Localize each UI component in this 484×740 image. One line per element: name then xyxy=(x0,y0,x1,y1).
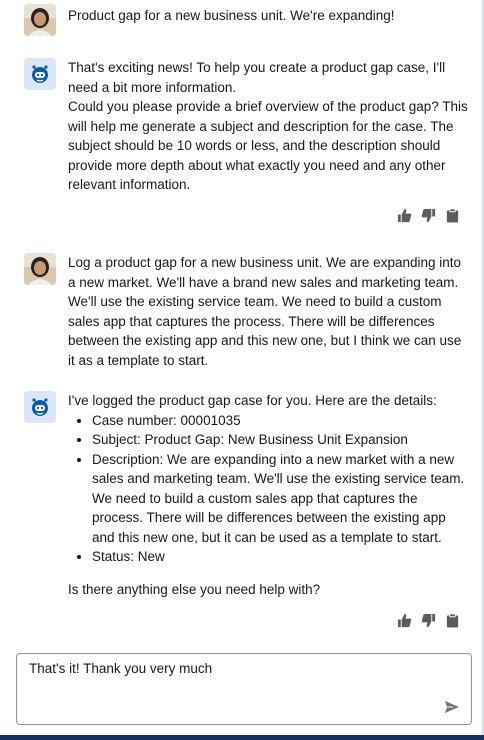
list-item: Subject: Product Gap: New Business Unit … xyxy=(92,430,468,450)
list-item: Description: We are expanding into a new… xyxy=(92,450,468,548)
assistant-message: I've logged the product gap case for you… xyxy=(24,391,474,601)
clipboard-copy-icon[interactable] xyxy=(444,612,460,628)
clipboard-copy-icon[interactable] xyxy=(444,207,460,223)
user-avatar xyxy=(24,253,56,285)
user-message: Product gap for a new business unit. We'… xyxy=(24,4,474,38)
message-text: Product gap for a new business unit. We'… xyxy=(68,8,395,23)
user-photo-avatar xyxy=(24,4,56,36)
bot-avatar xyxy=(24,58,56,90)
message-paragraph: That's exciting news! To help you create… xyxy=(68,60,446,95)
assistant-message: That's exciting news! To help you create… xyxy=(24,58,474,228)
case-details-list: Case number: 00001035 Subject: Product G… xyxy=(68,411,468,567)
message-text: Log a product gap for a new business uni… xyxy=(68,255,462,368)
message-closing: Is there anything else you need help wit… xyxy=(68,581,321,597)
thumbs-up-icon[interactable] xyxy=(396,612,412,628)
thumbs-up-icon[interactable] xyxy=(396,207,412,223)
bot-icon xyxy=(32,65,48,83)
chat-panel: Product gap for a new business unit. We'… xyxy=(0,0,484,740)
user-message: Log a product gap for a new business uni… xyxy=(24,253,474,373)
message-input[interactable] xyxy=(29,661,439,676)
thumbs-down-icon[interactable] xyxy=(420,207,436,223)
list-item: Status: New xyxy=(92,547,468,567)
message-intro: I've logged the product gap case for you… xyxy=(68,393,437,408)
user-photo-avatar xyxy=(24,253,56,285)
user-avatar xyxy=(24,4,56,36)
bot-avatar xyxy=(24,391,56,423)
send-button[interactable] xyxy=(443,698,461,716)
list-item: Case number: 00001035 xyxy=(92,411,468,431)
thumbs-down-icon[interactable] xyxy=(420,612,436,628)
bot-icon xyxy=(32,398,48,416)
bottom-bar xyxy=(0,735,484,740)
message-composer[interactable] xyxy=(16,653,472,725)
feedback-bar xyxy=(396,207,460,223)
message-paragraph: Could you please provide a brief overvie… xyxy=(68,99,468,192)
feedback-bar xyxy=(396,612,460,628)
send-icon[interactable] xyxy=(444,699,460,715)
